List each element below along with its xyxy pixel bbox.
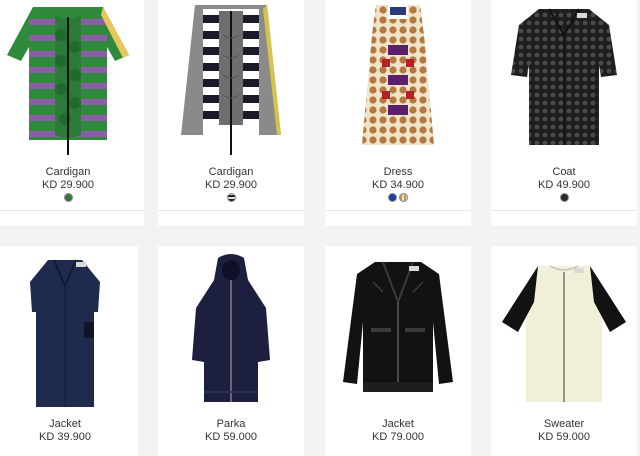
divider	[0, 210, 144, 211]
divider	[491, 210, 637, 211]
product-card-dress[interactable]: Dress KD 34.900	[325, 0, 471, 226]
sweater-illustration	[502, 265, 626, 402]
product-price: KD 59.000	[538, 431, 590, 443]
product-price: KD 29.900	[205, 179, 257, 191]
divider	[158, 210, 304, 211]
product-image[interactable]	[491, 0, 637, 160]
product-image[interactable]	[0, 246, 138, 418]
product-name[interactable]: Cardigan	[0, 166, 144, 179]
navy-jacket-illustration	[30, 259, 100, 407]
product-name[interactable]: Parka	[158, 418, 304, 431]
product-image[interactable]	[0, 0, 144, 160]
product-name[interactable]: Dress	[325, 166, 471, 179]
product-price: KD 39.900	[39, 431, 91, 443]
product-price: KD 79.000	[372, 431, 424, 443]
product-name[interactable]: Coat	[491, 166, 637, 179]
product-image[interactable]	[158, 0, 304, 160]
divider	[325, 210, 471, 211]
striped-cardigan-illustration	[181, 5, 281, 155]
black-leather-jacket-illustration	[343, 261, 453, 392]
product-price: KD 34.900	[372, 179, 424, 191]
parka-illustration	[192, 254, 270, 402]
product-card-jacket-navy[interactable]: Jacket KD 39.900	[0, 246, 138, 456]
color-swatches	[0, 193, 144, 204]
color-swatches	[491, 193, 637, 204]
product-card-coat[interactable]: Coat KD 49.900	[491, 0, 637, 226]
dress-illustration	[362, 5, 434, 145]
color-swatches	[325, 193, 471, 204]
product-name[interactable]: Cardigan	[158, 166, 304, 179]
product-name[interactable]: Sweater	[491, 418, 637, 431]
product-price: KD 29.900	[42, 179, 94, 191]
green-cardigan-illustration	[7, 7, 129, 155]
black-dot-swatch-icon[interactable]	[559, 193, 569, 202]
coat-illustration	[511, 8, 617, 145]
product-price: KD 59.000	[205, 431, 257, 443]
black-stripe-swatch-icon[interactable]	[226, 193, 236, 202]
product-price: KD 49.900	[538, 179, 590, 191]
product-name[interactable]: Jacket	[325, 418, 471, 431]
product-image[interactable]	[325, 246, 471, 418]
product-image[interactable]	[325, 0, 471, 160]
product-card-cardigan-stripe[interactable]: Cardigan KD 29.900	[158, 0, 304, 226]
product-card-parka[interactable]: Parka KD 59.000	[158, 246, 304, 456]
product-image[interactable]	[491, 246, 637, 418]
product-card-jacket-black[interactable]: Jacket KD 79.000	[325, 246, 471, 456]
product-card-sweater[interactable]: Sweater KD 59.000	[491, 246, 637, 456]
product-image[interactable]	[158, 246, 304, 418]
blue-swatch-icon[interactable]	[388, 193, 397, 202]
product-card-cardigan-green[interactable]: Cardigan KD 29.900	[0, 0, 144, 226]
orange-check-swatch-icon[interactable]	[399, 193, 408, 202]
color-swatches	[158, 193, 304, 204]
product-name[interactable]: Jacket	[0, 418, 138, 431]
green-stripe-swatch-icon[interactable]	[63, 193, 73, 202]
